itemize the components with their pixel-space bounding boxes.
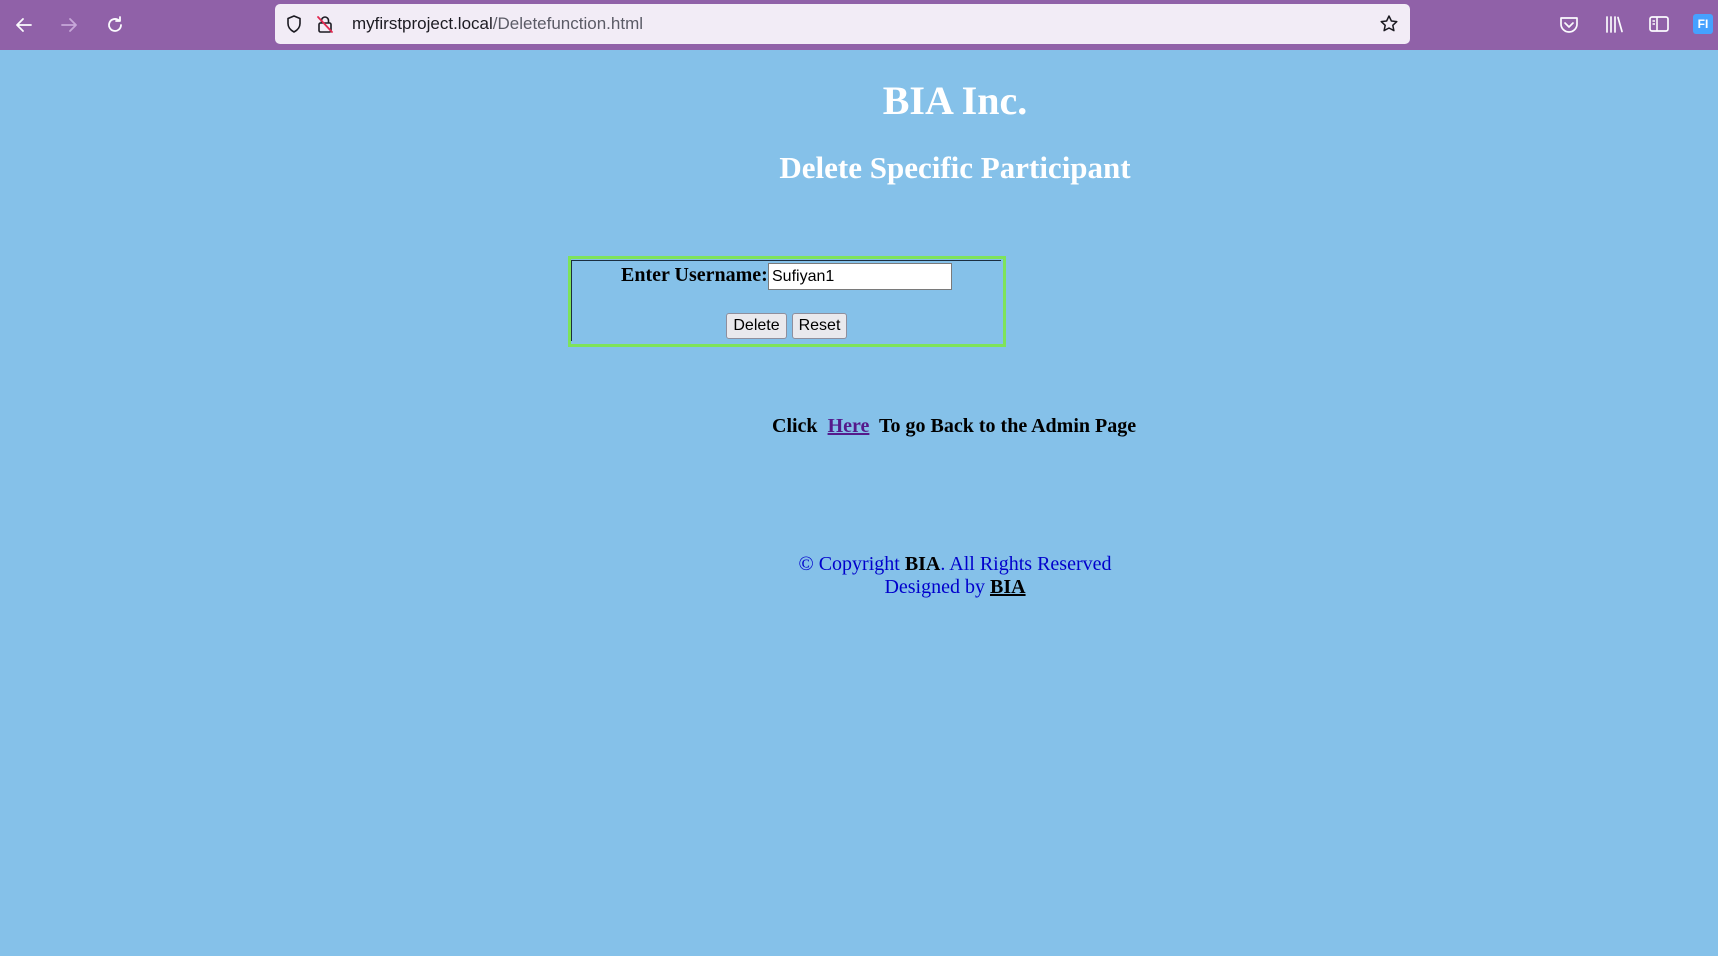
back-prefix: Click (772, 415, 828, 437)
browser-toolbar: myfirstproject.local/Deletefunction.html… (0, 0, 1718, 50)
shield-icon[interactable] (284, 14, 304, 34)
copyright-prefix: © Copyright (798, 553, 905, 575)
pocket-icon[interactable] (1558, 13, 1580, 35)
reset-button[interactable]: Reset (792, 313, 847, 339)
here-link[interactable]: Here (828, 415, 870, 437)
page-subtitle: Delete Specific Participant (779, 150, 1131, 185)
page-title: BIA Inc. (882, 78, 1028, 123)
url-text[interactable]: myfirstproject.local/Deletefunction.html (352, 14, 643, 34)
designed-prefix: Designed by (884, 576, 990, 598)
back-arrow-icon[interactable] (8, 9, 40, 41)
designed-by-link[interactable]: BIA (990, 576, 1026, 598)
url-host: myfirstproject.local (352, 14, 493, 33)
profile-avatar[interactable]: FI (1693, 14, 1713, 34)
copyright-suffix: . All Rights Reserved (940, 553, 1112, 575)
back-suffix: To go Back to the Admin Page (869, 415, 1137, 437)
footer: © Copyright BIA. All Rights Reserved Des… (0, 553, 1718, 599)
url-bar[interactable]: myfirstproject.local/Deletefunction.html (275, 4, 1410, 44)
copyright-line: © Copyright BIA. All Rights Reserved (0, 553, 1718, 576)
username-value: Sufiyan1 (772, 267, 835, 285)
url-path: /Deletefunction.html (492, 14, 644, 33)
insecure-lock-icon[interactable] (315, 14, 335, 34)
username-label: Enter Username: (621, 264, 768, 286)
bookmark-star-icon[interactable] (1379, 14, 1399, 34)
delete-button[interactable]: Delete (726, 313, 787, 339)
library-icon[interactable] (1603, 13, 1625, 35)
reload-icon[interactable] (99, 9, 131, 41)
forward-arrow-icon[interactable] (53, 9, 85, 41)
copyright-brand: BIA (904, 553, 941, 575)
designed-by-line: Designed by BIA (0, 576, 1718, 599)
username-input[interactable]: Sufiyan1 (768, 263, 952, 290)
back-to-admin: Click Here To go Back to the Admin Page (772, 415, 1136, 438)
sidebar-icon[interactable] (1648, 13, 1670, 35)
